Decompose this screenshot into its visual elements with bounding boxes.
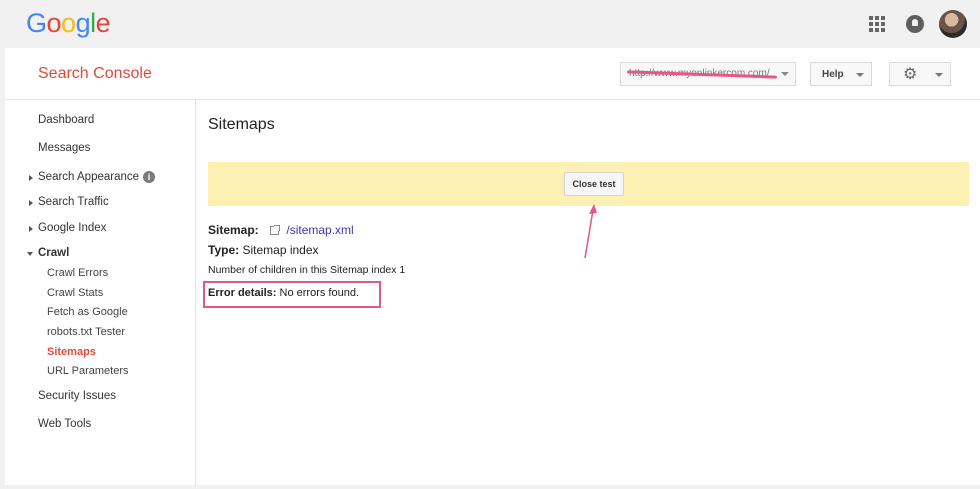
bell-icon[interactable] (906, 15, 924, 33)
sidebar-item-label: Crawl (38, 247, 70, 259)
logo-letter: o (46, 8, 62, 38)
sidebar: Dashboard Messages Search Appearance i S… (5, 100, 196, 485)
chevron-right-icon (29, 175, 33, 181)
arrow-head (589, 204, 597, 214)
sidebar-item-url-parameters[interactable]: URL Parameters (47, 365, 129, 377)
sidebar-item-dashboard[interactable]: Dashboard (38, 114, 94, 126)
sidebar-item-label: Search Appearance (38, 171, 140, 183)
settings-button[interactable]: ⚙ (889, 62, 951, 86)
sidebar-item-search-appearance[interactable]: Search Appearance (29, 171, 140, 183)
sidebar-item-search-traffic[interactable]: Search Traffic (29, 196, 109, 208)
apps-grid-icon[interactable] (869, 16, 885, 32)
sidebar-item-label: Google Index (38, 222, 107, 234)
main-area: Dashboard Messages Search Appearance i S… (5, 100, 980, 485)
sidebar-item-google-index[interactable]: Google Index (29, 222, 107, 234)
sidebar-item-crawl-errors[interactable]: Crawl Errors (47, 267, 108, 279)
sidebar-item-label: Search Traffic (38, 196, 109, 208)
annotation-arrow (584, 204, 597, 259)
chevron-down-icon (27, 252, 33, 256)
logo-letter: e (95, 8, 111, 38)
chevron-down-icon (781, 72, 789, 76)
sidebar-item-security-issues[interactable]: Security Issues (38, 390, 116, 402)
logo-letter: G (26, 8, 47, 38)
sidebar-item-fetch-as-google[interactable]: Fetch as Google (47, 306, 128, 318)
product-title[interactable]: Search Console (38, 65, 152, 83)
help-label: Help (822, 69, 844, 80)
gear-icon: ⚙ (903, 66, 918, 83)
content-pane: Sitemaps Close test Sitemap: /sitemap.xm… (197, 100, 980, 485)
info-icon[interactable]: i (143, 171, 155, 183)
avatar[interactable] (939, 10, 967, 38)
sidebar-item-web-tools[interactable]: Web Tools (38, 418, 91, 430)
chevron-down-icon (856, 73, 864, 77)
logo-letter: o (61, 8, 76, 38)
sidebar-item-sitemaps[interactable]: Sitemaps (47, 346, 96, 358)
logo-letter: g (75, 8, 91, 38)
help-button[interactable]: Help (810, 62, 872, 86)
chevron-right-icon (29, 200, 33, 206)
sidebar-item-crawl-stats[interactable]: Crawl Stats (47, 287, 103, 299)
sidebar-item-robots-tester[interactable]: robots.txt Tester (47, 326, 125, 338)
chevron-down-icon (935, 73, 943, 77)
google-top-bar: Google (0, 0, 980, 48)
sidebar-item-messages[interactable]: Messages (38, 142, 90, 154)
chevron-right-icon (29, 226, 33, 232)
search-console-header: Search Console http://www.myonlinkercom.… (5, 48, 980, 100)
site-selector[interactable]: http://www.myonlinkercom.com/ (620, 62, 796, 86)
sidebar-item-crawl[interactable]: Crawl (27, 247, 70, 259)
arrow-shaft (584, 209, 594, 259)
google-logo[interactable]: Google (26, 8, 111, 39)
